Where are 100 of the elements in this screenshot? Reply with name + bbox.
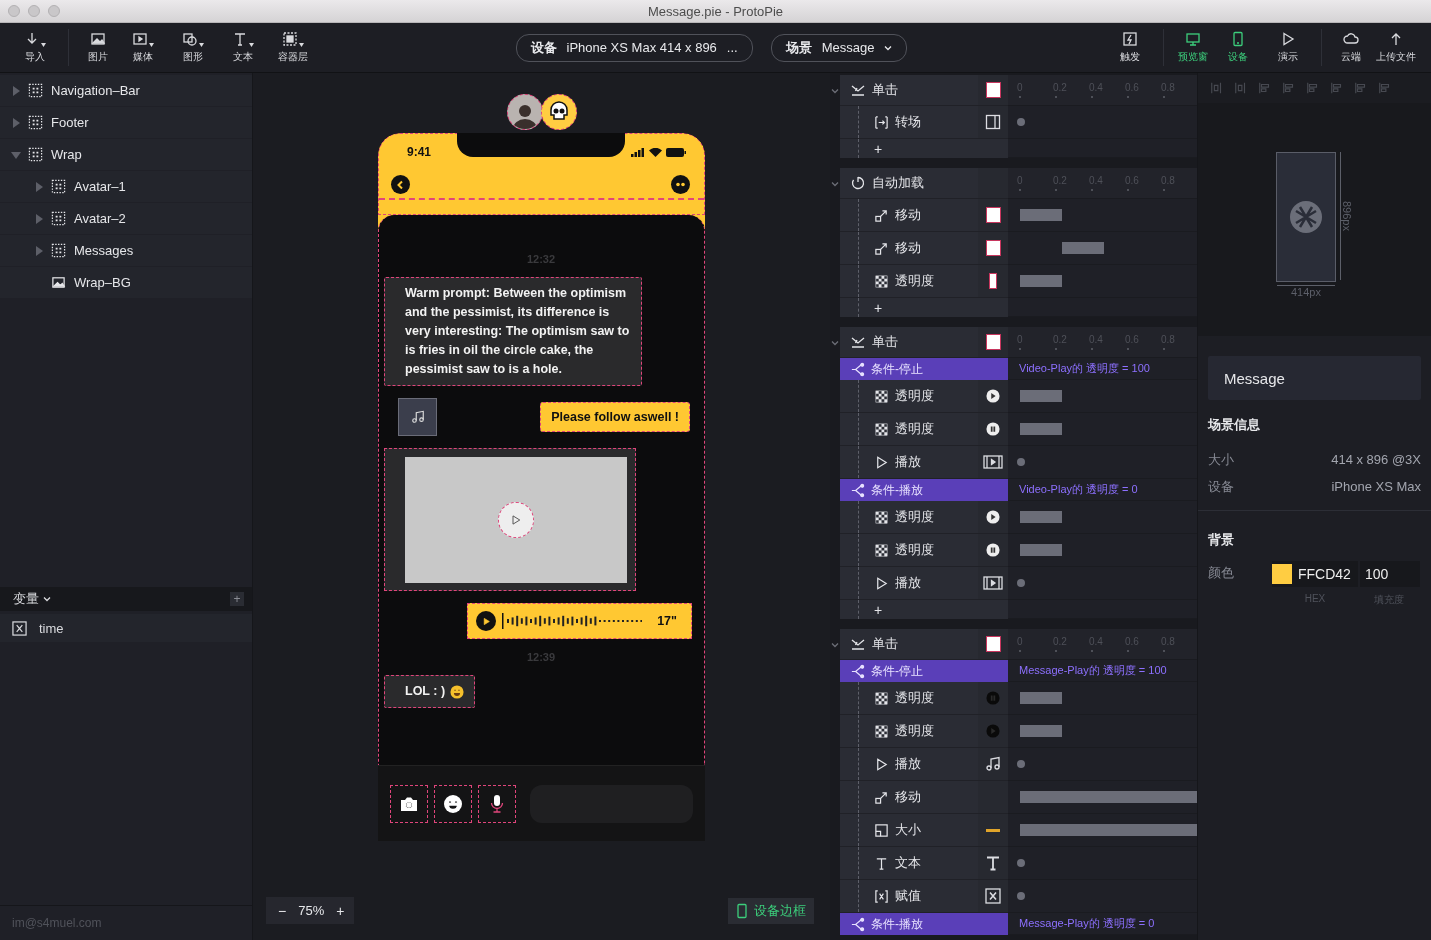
layer-item[interactable]: Wrap–BG	[0, 267, 252, 298]
distribute-icon[interactable]	[1234, 81, 1248, 95]
response-item[interactable]: 播放	[840, 446, 1008, 479]
chevron-icon[interactable]	[831, 179, 839, 188]
response-item[interactable]: 透明度	[840, 501, 1008, 534]
response-item[interactable]: 播放	[840, 567, 1008, 600]
music-attachment[interactable]	[398, 398, 437, 436]
microphone-button[interactable]	[478, 784, 516, 823]
response-item[interactable]: 播放	[840, 748, 1008, 781]
voice-duration: 17"	[657, 614, 677, 628]
toolbar-button[interactable]: 导入	[10, 29, 60, 66]
response-item[interactable]: 透明度	[840, 715, 1008, 748]
chevron-icon[interactable]	[831, 338, 839, 347]
keyframe-dot[interactable]	[1017, 859, 1025, 867]
response-item[interactable]: 透明度	[840, 413, 1008, 446]
toolbar-button[interactable]: 演示	[1263, 29, 1313, 66]
distribute-icon[interactable]	[1210, 81, 1224, 95]
layer-item[interactable]: Navigation–Bar	[0, 75, 252, 106]
more-button[interactable]	[671, 174, 690, 194]
toolbar-button[interactable]: 容器层	[268, 29, 318, 66]
align-icon[interactable]	[1378, 81, 1392, 95]
caret-icon[interactable]	[12, 85, 20, 96]
condition-item[interactable]: 条件-播放	[840, 913, 1008, 935]
align-icon[interactable]	[1306, 81, 1320, 95]
close-button[interactable]	[8, 5, 20, 17]
color-swatch[interactable]	[1272, 564, 1292, 584]
checker-icon	[874, 388, 889, 404]
trigger-item[interactable]: 单击	[840, 75, 1008, 106]
scene-selector[interactable]: 场景 Message	[770, 33, 908, 62]
response-item[interactable]: 移动	[840, 199, 1008, 232]
add-variable-button[interactable]: +	[230, 592, 244, 606]
fill-field[interactable]: 100	[1360, 561, 1420, 587]
camera-button[interactable]	[390, 784, 428, 823]
layer-item[interactable]: Avatar–2	[0, 203, 252, 234]
condition-item[interactable]: 条件-停止	[840, 358, 1008, 380]
checker-icon	[874, 542, 889, 558]
response-item[interactable]: 转场	[840, 106, 1008, 139]
caret-icon[interactable]	[35, 213, 43, 224]
response-item[interactable]: 赋值	[840, 880, 1008, 913]
condition-item[interactable]: 条件-停止	[840, 660, 1008, 682]
condition-item[interactable]: 条件-播放	[840, 479, 1008, 501]
toolbar-button[interactable]: 预览窗	[1163, 29, 1213, 66]
response-item[interactable]: 移动	[840, 781, 1008, 814]
response-item[interactable]: 透明度	[840, 265, 1008, 298]
response-item[interactable]: 透明度	[840, 682, 1008, 715]
variable-item[interactable]: time	[0, 614, 252, 642]
toolbar-button[interactable]: 图形	[168, 29, 218, 66]
scene-name-field[interactable]: Message	[1208, 356, 1421, 400]
caret-icon[interactable]	[35, 181, 43, 192]
align-icon[interactable]	[1330, 81, 1344, 95]
toolbar-button[interactable]: 触发	[1105, 29, 1155, 66]
toolbar-button[interactable]: 设备	[1213, 29, 1263, 66]
caret-icon[interactable]	[12, 117, 20, 128]
zoom-button[interactable]	[48, 5, 60, 17]
toolbar-button[interactable]: 上传文件	[1371, 29, 1421, 66]
hex-field[interactable]: FFCD42	[1272, 561, 1358, 587]
toolbar-button[interactable]: 文本	[218, 29, 268, 66]
response-item[interactable]: 透明度	[840, 380, 1008, 413]
layer-item[interactable]: Footer	[0, 107, 252, 138]
zoom-out-button[interactable]: −	[276, 902, 289, 919]
add-response-button[interactable]: +	[840, 139, 1008, 158]
keyframe-dot[interactable]	[1017, 579, 1025, 587]
move-icon	[874, 240, 889, 256]
add-response-button[interactable]: +	[840, 600, 1008, 619]
response-item[interactable]: 文本	[840, 847, 1008, 880]
toolbar-button[interactable]: 媒体	[118, 29, 168, 66]
keyframe-dot[interactable]	[1017, 118, 1025, 126]
caret-icon[interactable]	[11, 150, 21, 159]
device-selector[interactable]: 设备 iPhone XS Max 414 x 896 ...	[515, 33, 753, 62]
caret-icon[interactable]	[35, 245, 43, 256]
branch-icon	[850, 916, 865, 932]
zoom-in-button[interactable]: +	[334, 902, 347, 919]
align-icon[interactable]	[1258, 81, 1272, 95]
layer-item[interactable]: Wrap	[0, 139, 252, 170]
chevron-icon[interactable]	[831, 640, 839, 649]
play-button[interactable]	[476, 611, 496, 631]
back-button[interactable]	[391, 174, 410, 194]
layer-item[interactable]: Messages	[0, 235, 252, 266]
trigger-item[interactable]: 单击	[840, 327, 1008, 358]
minimize-button[interactable]	[28, 5, 40, 17]
trigger-item[interactable]: 自动加载	[840, 168, 1008, 199]
align-icon[interactable]	[1354, 81, 1368, 95]
checker-icon	[874, 723, 889, 739]
response-item[interactable]: 透明度	[840, 534, 1008, 567]
add-response-button[interactable]: +	[840, 298, 1008, 317]
chevron-icon[interactable]	[831, 86, 839, 95]
toolbar-button[interactable]: 图片	[68, 29, 118, 66]
device-frame-button[interactable]: 设备边框	[728, 897, 814, 924]
align-icon[interactable]	[1282, 81, 1296, 95]
toolbar-button[interactable]: 云端	[1321, 29, 1371, 66]
response-item[interactable]: 大小	[840, 814, 1008, 847]
keyframe-dot[interactable]	[1017, 892, 1025, 900]
keyframe-dot[interactable]	[1017, 760, 1025, 768]
emoji-button[interactable]	[434, 784, 472, 823]
layer-item[interactable]: Avatar–1	[0, 171, 252, 202]
keyframe-dot[interactable]	[1017, 458, 1025, 466]
move-icon	[874, 789, 889, 805]
trigger-item[interactable]: 单击	[840, 629, 1008, 660]
response-item[interactable]: 移动	[840, 232, 1008, 265]
section-title: 背景	[1208, 531, 1235, 549]
